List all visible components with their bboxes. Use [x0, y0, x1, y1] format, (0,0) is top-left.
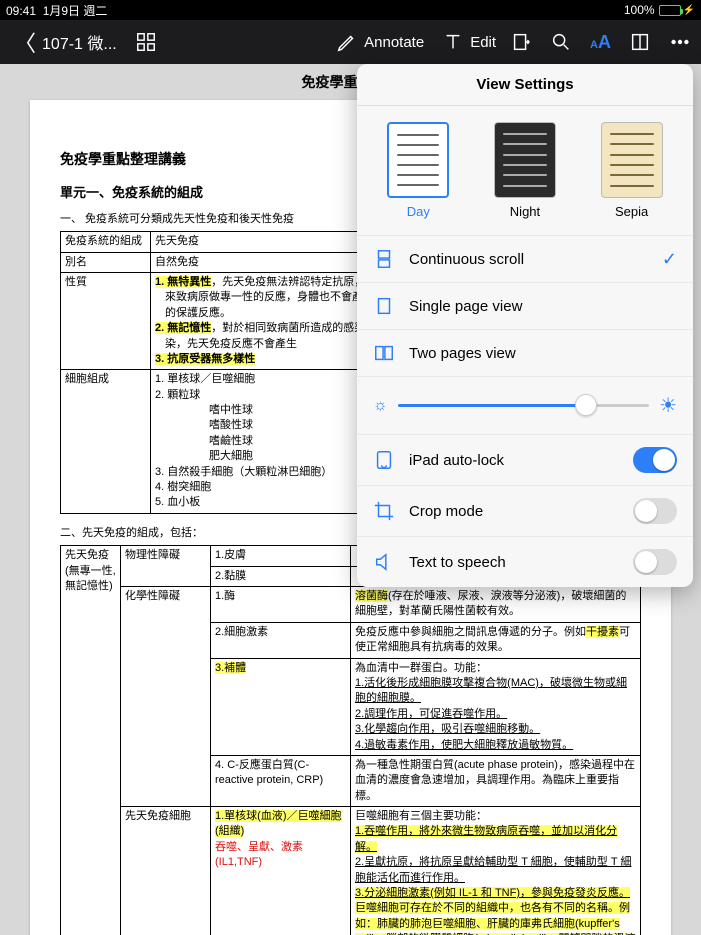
search-icon[interactable] — [550, 31, 572, 53]
table-2: 先天免疫(無專一性,無記憶性) 物理性障礙 1.皮膚 2.黏膜 化學性障礙 1.… — [60, 545, 641, 935]
two-pages-icon — [373, 342, 395, 364]
pen-icon — [336, 31, 358, 53]
autolock-switch[interactable] — [633, 447, 677, 473]
thumbnails-button[interactable] — [131, 27, 161, 57]
export-icon[interactable] — [510, 31, 532, 53]
speaker-icon — [373, 551, 395, 573]
text-edit-icon — [442, 31, 464, 53]
check-icon: ✓ — [662, 249, 677, 270]
brightness-low-icon: ☼ — [373, 397, 388, 415]
view-settings-popover: View Settings Day Night Sepia Continuous… — [357, 64, 693, 587]
brightness-slider[interactable] — [398, 404, 649, 407]
more-icon[interactable] — [669, 31, 691, 53]
option-two-pages[interactable]: Two pages view — [357, 329, 693, 376]
status-time: 09:41 1月9日 週二 — [6, 2, 107, 19]
back-button[interactable]: 〈 107-1 微... — [10, 22, 121, 62]
tts-switch[interactable] — [633, 549, 677, 575]
option-continuous-scroll[interactable]: Continuous scroll ✓ — [357, 235, 693, 282]
battery-icon — [659, 5, 681, 16]
option-single-page[interactable]: Single page view — [357, 282, 693, 329]
battery-percent: 100% — [624, 3, 655, 17]
slider-knob[interactable] — [575, 394, 597, 416]
crop-icon — [373, 500, 395, 522]
view-settings-button[interactable]: AA — [590, 32, 611, 53]
continuous-scroll-icon — [373, 248, 395, 270]
theme-sepia[interactable]: Sepia — [601, 122, 663, 219]
brightness-slider-row: ☼ ☀ — [357, 376, 693, 434]
doc-title: 107-1 微... — [42, 30, 117, 54]
option-crop-mode[interactable]: Crop mode — [357, 485, 693, 536]
annotate-button[interactable]: Annotate — [332, 27, 428, 57]
theme-day-thumb — [387, 122, 449, 198]
bookmarks-icon[interactable] — [629, 31, 651, 53]
crop-switch[interactable] — [633, 498, 677, 524]
status-bar: 09:41 1月9日 週二 100% ⚡ — [0, 0, 701, 20]
app-toolbar: 〈 107-1 微... Annotate Edit AA — [0, 20, 701, 64]
brightness-high-icon: ☀ — [659, 393, 677, 418]
autolock-icon — [373, 449, 395, 471]
theme-sepia-thumb — [601, 122, 663, 198]
charging-icon: ⚡ — [683, 5, 695, 16]
grid-icon — [135, 31, 157, 53]
option-text-to-speech[interactable]: Text to speech — [357, 536, 693, 587]
theme-night-thumb — [494, 122, 556, 198]
edit-button[interactable]: Edit — [438, 27, 500, 57]
option-auto-lock[interactable]: iPad auto-lock — [357, 434, 693, 485]
popover-title: View Settings — [357, 64, 693, 106]
theme-night[interactable]: Night — [494, 122, 556, 219]
single-page-icon — [373, 295, 395, 317]
chevron-left-icon: 〈 — [14, 26, 36, 58]
theme-day[interactable]: Day — [387, 122, 449, 219]
